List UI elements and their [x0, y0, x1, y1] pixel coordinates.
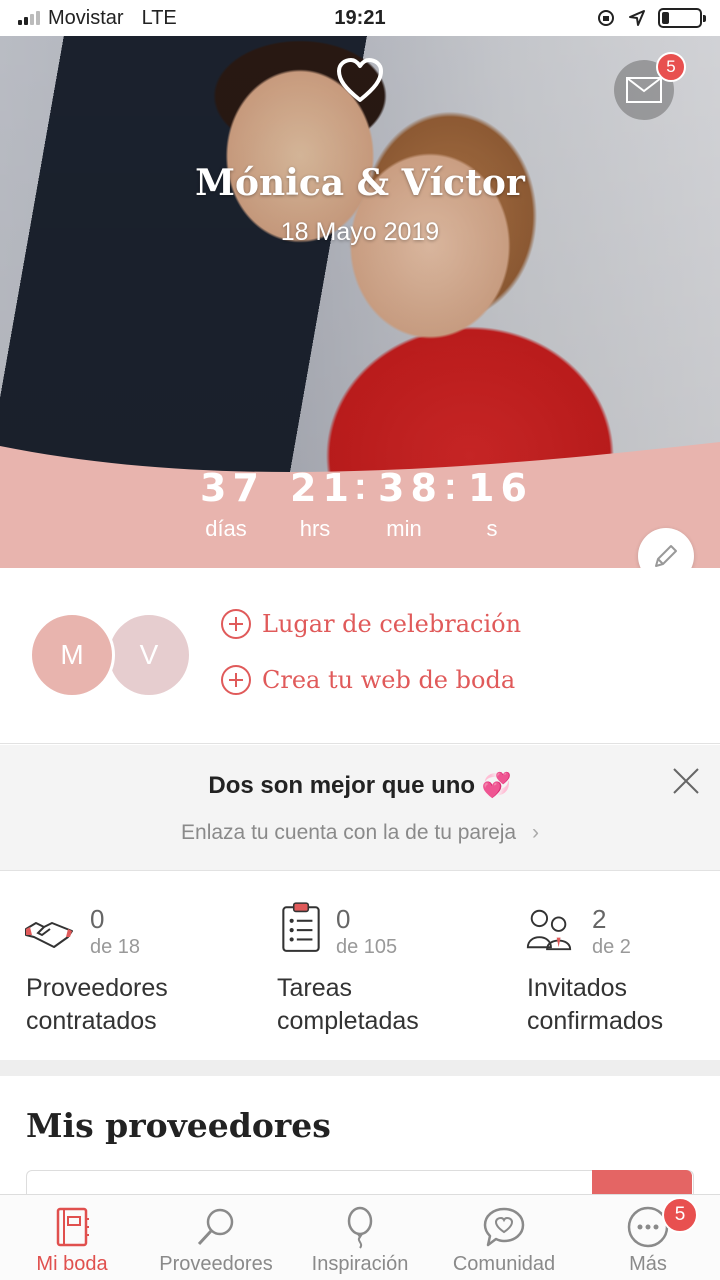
countdown-seconds: 16 — [468, 466, 533, 510]
countdown-separator: : — [354, 466, 367, 508]
create-website-link[interactable]: Crea tu web de boda — [220, 664, 515, 696]
plus-circle-icon — [221, 609, 251, 639]
search-icon — [197, 1208, 234, 1246]
stat-label-line: contratados — [26, 1007, 157, 1035]
avatar-initial: V — [139, 639, 159, 670]
plus-circle-icon — [221, 665, 251, 695]
stat-tasks[interactable]: 0 de 105 Tareas completadas — [250, 872, 490, 1060]
stat-label-line: completadas — [277, 1007, 419, 1035]
couple-names: Mónica & Víctor — [195, 162, 525, 204]
status-right — [596, 8, 706, 28]
signal-icon — [18, 11, 40, 25]
stat-label: Proveedores contratados — [26, 972, 246, 1038]
stat-total: de 2 — [592, 936, 631, 958]
section-divider — [0, 1060, 720, 1076]
bottom-tab-bar: Mi boda Proveedores Inspiración Comunida… — [0, 1194, 720, 1280]
battery-level — [662, 12, 670, 24]
stat-label-line: confirmados — [527, 1007, 664, 1035]
messages-badge: 5 — [656, 52, 686, 82]
add-venue-link[interactable]: Lugar de celebración — [220, 608, 521, 640]
countdown-minutes-label: min — [386, 516, 422, 541]
banner-subtitle[interactable]: Enlaza tu cuenta con la de tu pareja › — [0, 821, 720, 845]
battery-icon — [658, 8, 706, 28]
stat-label: Tareas completadas — [277, 972, 497, 1038]
banner-title: Dos son mejor que uno 💞 — [208, 772, 512, 799]
countdown-days: 37 — [200, 466, 265, 510]
avatar-initial: M — [60, 639, 84, 670]
location-icon — [629, 10, 645, 26]
stat-label-line: Tareas — [277, 974, 353, 1002]
countdown-hours: 21 — [290, 466, 355, 510]
stat-providers[interactable]: 0 de 18 Proveedores contratados — [0, 872, 240, 1060]
envelope-icon — [626, 77, 662, 103]
tab-mi-boda[interactable]: Mi boda — [0, 1195, 144, 1280]
carrier-label: Movistar — [48, 6, 124, 29]
section-title: Mis proveedores — [26, 1106, 331, 1145]
avatar[interactable]: V — [106, 612, 192, 698]
tab-label: Más — [629, 1253, 667, 1275]
wedding-date: 18 Mayo 2019 — [280, 218, 440, 246]
clipboard-icon — [282, 902, 320, 952]
chevron-right-icon: › — [531, 821, 539, 844]
tab-label: Proveedores — [159, 1253, 273, 1275]
tab-label: Inspiración — [311, 1253, 409, 1275]
stats-section: 0 de 18 Proveedores contratados 0 de 105… — [0, 872, 720, 1060]
stat-total: de 105 — [336, 936, 398, 958]
balloon-icon — [347, 1206, 373, 1249]
banner-subtitle-text: Enlaza tu cuenta con la de tu pareja — [181, 821, 517, 844]
tab-label: Mi boda — [36, 1253, 108, 1275]
messages-button[interactable]: 5 — [614, 52, 686, 120]
status-bar: Movistar LTE 19:21 — [0, 0, 720, 36]
more-badge: 5 — [662, 1197, 698, 1233]
add-venue-label: Lugar de celebración — [262, 610, 522, 638]
notebook-icon — [56, 1207, 89, 1247]
tab-comunidad[interactable]: Comunidad — [432, 1195, 576, 1280]
guests-icon — [526, 909, 572, 951]
stat-value: 0 — [336, 904, 351, 934]
create-website-label: Crea tu web de boda — [262, 666, 516, 694]
stat-label-line: Proveedores — [26, 974, 168, 1002]
chat-heart-icon — [483, 1207, 525, 1247]
rotation-lock-icon — [598, 10, 614, 26]
status-left: Movistar LTE — [18, 7, 177, 30]
avatar[interactable]: M — [29, 612, 115, 698]
close-icon[interactable] — [670, 765, 702, 797]
tab-mas[interactable]: Más 5 — [576, 1195, 720, 1280]
heart-logo-icon — [337, 58, 383, 102]
stat-guests[interactable]: 2 de 2 Invitados confirmados — [500, 872, 720, 1060]
countdown-seconds-label: s — [486, 516, 498, 541]
pencil-icon — [655, 545, 677, 567]
stat-total: de 18 — [90, 936, 141, 958]
countdown-separator: : — [444, 466, 457, 508]
hero-header: Mónica & Víctor 18 Mayo 2019 5 37 21 : 3… — [0, 36, 720, 568]
countdown-days-label: días — [205, 516, 247, 541]
tab-inspiracion[interactable]: Inspiración — [288, 1195, 432, 1280]
couple-section: V M Lugar de celebración Crea tu web de … — [0, 568, 720, 744]
stat-value: 2 — [592, 904, 607, 934]
stat-label-line: Invitados — [527, 974, 628, 1002]
network-label: LTE — [141, 6, 177, 29]
stat-value: 0 — [90, 904, 105, 934]
countdown: 37 21 : 38 : 16 días hrs min s — [0, 466, 720, 546]
countdown-minutes: 38 — [378, 466, 443, 510]
my-providers-section: Mis proveedores — [0, 1076, 720, 1210]
tab-label: Comunidad — [452, 1253, 556, 1275]
handshake-icon — [25, 922, 73, 948]
stat-label: Invitados confirmados — [527, 972, 720, 1038]
link-partner-banner[interactable]: Dos son mejor que uno 💞 Enlaza tu cuenta… — [0, 745, 720, 871]
countdown-hours-label: hrs — [299, 516, 331, 541]
tab-proveedores[interactable]: Proveedores — [144, 1195, 288, 1280]
